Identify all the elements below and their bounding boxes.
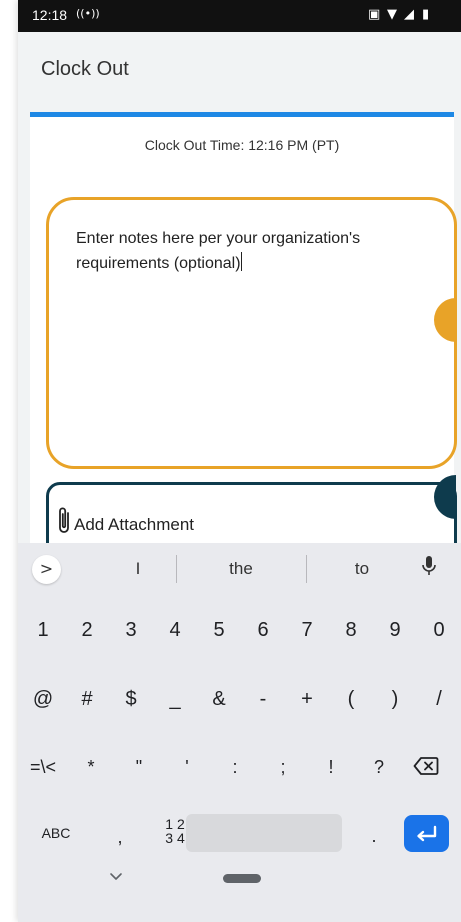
notes-text[interactable]: Enter notes here per your organization's…: [76, 226, 406, 276]
key-at[interactable]: @: [21, 669, 65, 729]
suggestion-divider: [176, 555, 177, 583]
key-single-quote[interactable]: ': [165, 737, 209, 797]
key-8[interactable]: 8: [329, 600, 373, 660]
key-abc[interactable]: ABC: [28, 803, 84, 863]
status-bar: 12:18 ((•)) ▣ ▼ ◢ ▮: [18, 0, 461, 32]
key-plus[interactable]: +: [285, 669, 329, 729]
key-hash[interactable]: #: [65, 669, 109, 729]
phone-screen: 12:18 ((•)) ▣ ▼ ◢ ▮ Clock Out Clock Out …: [18, 0, 461, 922]
clock-out-card: Clock Out Time: 12:16 PM (PT) Enter note…: [30, 112, 457, 560]
key-4[interactable]: 4: [153, 600, 197, 660]
key-question[interactable]: ?: [357, 737, 401, 797]
key-2[interactable]: 2: [65, 600, 109, 660]
clock-out-time-label: Clock Out Time: 12:16 PM (PT): [144, 137, 340, 153]
keyboard-row-symbols-2: =\< * " ' : ; ! ?: [18, 737, 461, 797]
key-3[interactable]: 3: [109, 600, 153, 660]
wifi-icon: ▼: [387, 7, 397, 22]
key-slash[interactable]: /: [417, 669, 461, 729]
key-6[interactable]: 6: [241, 600, 285, 660]
mic-icon[interactable]: [421, 555, 437, 577]
key-open-paren[interactable]: (: [329, 669, 373, 729]
key-1[interactable]: 1: [21, 600, 65, 660]
key-colon[interactable]: :: [213, 737, 257, 797]
suggestion-1[interactable]: I: [88, 559, 188, 579]
cast-icon: ▣: [368, 7, 381, 22]
add-attachment-label: Add Attachment: [74, 515, 195, 534]
keyboard-row-symbols-1: @ # $ _ & - + ( ) /: [18, 669, 461, 729]
expand-toolbar-button[interactable]: >: [32, 555, 61, 584]
key-underscore[interactable]: _: [153, 669, 197, 729]
key-7[interactable]: 7: [285, 600, 329, 660]
notes-placeholder: Enter notes here per your organization's…: [76, 230, 361, 272]
suggestion-strip: > I the to: [18, 543, 461, 597]
enter-button[interactable]: [404, 815, 449, 852]
key-9[interactable]: 9: [373, 600, 417, 660]
home-handle[interactable]: [223, 874, 261, 883]
suggestion-divider: [306, 555, 307, 583]
content-area: Clock Out Time: 12:16 PM (PT) Enter note…: [18, 98, 461, 560]
key-minus[interactable]: -: [241, 669, 285, 729]
key-0[interactable]: 0: [417, 600, 461, 660]
key-more-symbols[interactable]: =\<: [21, 737, 65, 797]
text-cursor: [240, 252, 243, 271]
key-exclamation[interactable]: !: [309, 737, 353, 797]
notes-input[interactable]: Enter notes here per your organization's…: [46, 197, 457, 469]
key-dollar[interactable]: $: [109, 669, 153, 729]
notification-icon: ((•)): [76, 7, 100, 20]
key-asterisk[interactable]: *: [69, 737, 113, 797]
key-semicolon[interactable]: ;: [261, 737, 305, 797]
key-space[interactable]: [186, 814, 342, 852]
key-ampersand[interactable]: &: [197, 669, 241, 729]
soft-keyboard: > I the to 1 2 3 4 5 6 7 8 9 0 @ # $ _ &…: [18, 543, 461, 922]
app-bar: Clock Out: [18, 32, 461, 99]
signal-icon: ◢: [404, 7, 414, 22]
enter-icon: [417, 825, 437, 842]
suggestion-3[interactable]: to: [312, 559, 412, 579]
suggestion-2[interactable]: the: [191, 559, 291, 579]
chevron-down-icon[interactable]: [108, 868, 124, 884]
key-close-paren[interactable]: ): [373, 669, 417, 729]
keyboard-row-bottom: ABC , 1 2 3 4 .: [18, 803, 461, 863]
page-title: Clock Out: [41, 58, 129, 80]
keyboard-row-numbers: 1 2 3 4 5 6 7 8 9 0: [18, 600, 461, 660]
key-double-quote[interactable]: ": [117, 737, 161, 797]
navigation-bar: [18, 856, 461, 922]
key-5[interactable]: 5: [197, 600, 241, 660]
backspace-icon[interactable]: [413, 754, 439, 778]
battery-icon: ▮: [422, 7, 430, 22]
status-time: 12:18: [32, 7, 68, 23]
paperclip-icon: [59, 507, 69, 533]
